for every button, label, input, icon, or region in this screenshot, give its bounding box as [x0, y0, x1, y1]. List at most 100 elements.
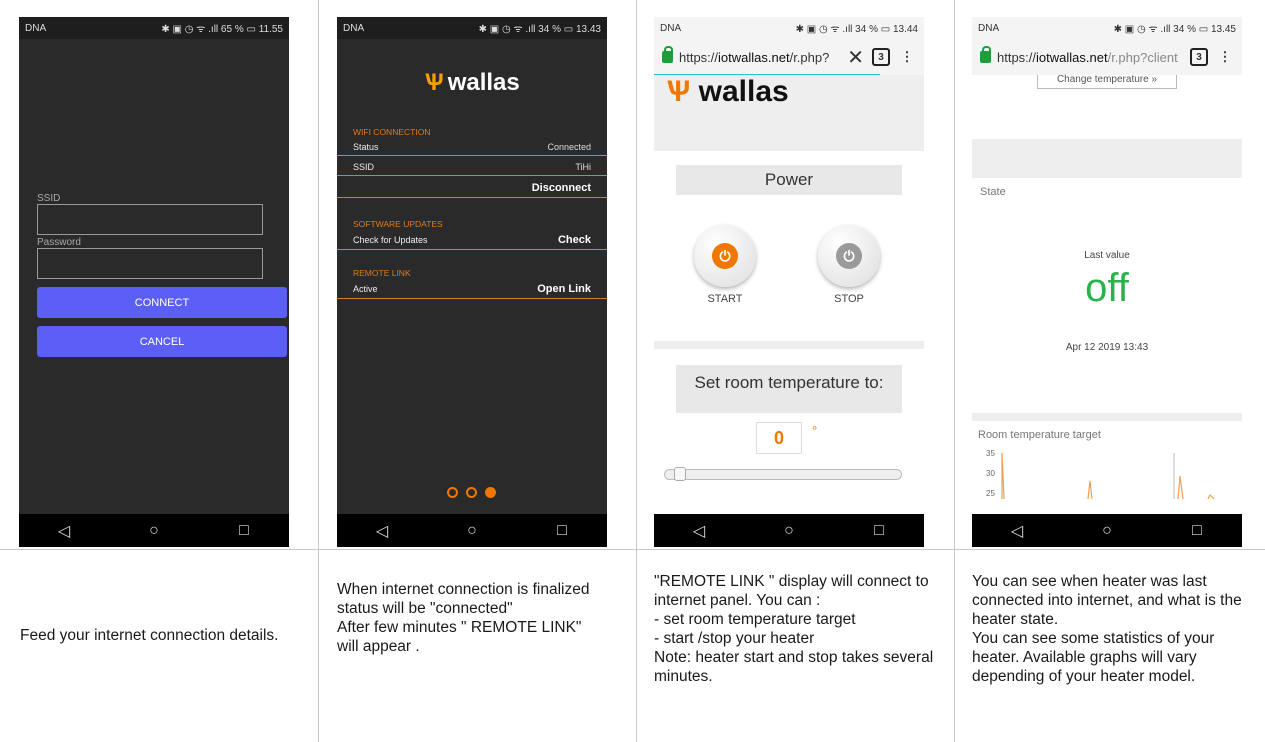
y-tick-label: 35	[986, 449, 995, 458]
set-temperature-title: Set room temperature to:	[676, 365, 902, 413]
status-row-value: Connected	[547, 141, 591, 152]
url-prefix: https://	[997, 49, 1037, 65]
status-left: DNA	[25, 22, 47, 34]
divider	[636, 0, 637, 742]
temperature-value[interactable]: 0	[756, 422, 802, 454]
page-dot[interactable]	[447, 487, 458, 498]
ssid-label: SSID	[37, 193, 61, 204]
home-icon[interactable]: ○	[452, 522, 492, 540]
slider-handle[interactable]	[674, 467, 686, 481]
recent-apps-icon[interactable]: □	[859, 522, 899, 540]
chart-series-line	[1087, 480, 1093, 500]
chart-series-line	[1001, 452, 1005, 500]
app-background: Ѱwallas WIFI CONNECTION Status Connected…	[337, 39, 607, 514]
open-link-button[interactable]: Open Link	[537, 283, 591, 295]
wallas-logo: Ѱwallas	[337, 69, 607, 97]
url-field[interactable]: https://iotwallas.net/r.php?client	[997, 50, 1182, 65]
password-input[interactable]	[37, 248, 263, 279]
status-left: DNA	[660, 22, 682, 34]
lock-icon	[662, 46, 673, 63]
url-prefix: https://	[679, 49, 719, 65]
start-button[interactable]: ⏻	[694, 225, 756, 287]
set-temperature-card: Set room temperature to: 0 °	[654, 349, 924, 519]
back-icon[interactable]: ◁	[362, 521, 402, 541]
wallas-logo-icon: Ѱ	[424, 69, 444, 96]
phone-screen-web-panel: DNA ✱ ▣ ◷ ᯤ .ıll 34 % ▭ 13.44 https://io…	[654, 17, 924, 547]
status-bar: DNA ✱ ▣ ◷ ᯤ .ıll 34 % ▭ 13.45	[972, 17, 1242, 39]
logo-text: wallas	[447, 69, 520, 96]
remote-link-heading: REMOTE LINK	[353, 268, 411, 278]
overflow-menu-icon[interactable]: ⋮	[898, 49, 916, 65]
temperature-slider[interactable]	[664, 469, 902, 480]
browser-url-bar: https://iotwallas.net/r.php? ✕ 3 ⋮	[654, 39, 924, 75]
check-updates-label: Check for Updates	[353, 234, 428, 245]
tutorial-table: DNA ✱ ▣ ◷ ᯤ .ıll 65 % ▭ 11.55 SSID Passw…	[0, 0, 1265, 742]
last-value-label: Last value	[1084, 250, 1130, 261]
caption-step-1: Feed your internet connection details.	[20, 627, 279, 644]
room-temperature-chart-card: Room temperature target 35 30 25	[972, 421, 1242, 521]
recent-apps-icon[interactable]: □	[224, 522, 264, 540]
lock-icon	[980, 46, 991, 63]
home-icon[interactable]: ○	[1087, 522, 1127, 540]
connect-button[interactable]: CONNECT	[37, 287, 287, 318]
ssid-row-value: TiHi	[575, 161, 591, 172]
degree-symbol: °	[812, 423, 818, 438]
back-icon[interactable]: ◁	[679, 521, 719, 541]
recent-apps-icon[interactable]: □	[542, 522, 582, 540]
browser-url-bar: https://iotwallas.net/r.php?client 3 ⋮	[972, 39, 1242, 75]
state-card: State Last value off Apr 12 2019 13:43	[972, 178, 1242, 413]
status-right: ✱ ▣ ◷ ᯤ .ıll 34 % ▭ 13.43	[478, 24, 601, 35]
start-label: START	[707, 293, 743, 305]
software-updates-heading: SOFTWARE UPDATES	[353, 219, 443, 229]
power-title: Power	[676, 165, 902, 195]
status-row-label: Status	[353, 141, 379, 152]
remote-active-label: Active	[353, 283, 378, 294]
ssid-row-label: SSID	[353, 161, 375, 172]
state-label: State	[980, 186, 1006, 198]
caption-step-4: You can see when heater was last connect…	[972, 573, 1242, 685]
divider	[954, 0, 955, 742]
back-icon[interactable]: ◁	[997, 521, 1037, 541]
android-nav-bar: ◁ ○ □	[654, 514, 924, 547]
cancel-button[interactable]: CANCEL	[37, 326, 287, 357]
close-icon[interactable]: ✕	[847, 45, 864, 70]
home-icon[interactable]: ○	[134, 522, 174, 540]
y-tick-label: 25	[986, 489, 995, 498]
tabs-count-button[interactable]: 3	[872, 48, 890, 66]
divider	[318, 0, 319, 742]
chart-title: Room temperature target	[978, 429, 1101, 441]
page-indicator	[447, 487, 496, 498]
page-dot[interactable]	[466, 487, 477, 498]
disconnect-row: Disconnect	[337, 178, 607, 198]
power-icon: ⏻	[836, 243, 862, 269]
chart-series-line	[1177, 475, 1184, 500]
change-temperature-button[interactable]: Change temperature »	[1037, 75, 1177, 89]
ssid-input[interactable]	[37, 204, 263, 235]
chart-series-line	[1207, 493, 1215, 500]
url-field[interactable]: https://iotwallas.net/r.php?	[679, 50, 841, 65]
home-icon[interactable]: ○	[769, 522, 809, 540]
status-right: ✱ ▣ ◷ ᯤ .ıll 34 % ▭ 13.44	[795, 24, 918, 35]
stop-label: STOP	[834, 293, 864, 305]
phone-screen-heater-state: DNA ✱ ▣ ◷ ᯤ .ıll 34 % ▭ 13.45 https://io…	[972, 17, 1242, 547]
url-host: iotwallas.net	[1036, 49, 1108, 65]
status-bar: DNA ✱ ▣ ◷ ᯤ .ıll 34 % ▭ 13.44	[654, 17, 924, 39]
url-path: /r.php?client	[1107, 49, 1178, 65]
caption-step-2: When internet connection is finalized st…	[337, 581, 590, 655]
wifi-section-heading: WIFI CONNECTION	[353, 127, 431, 137]
url-host: iotwallas.net	[718, 49, 790, 65]
overflow-menu-icon[interactable]: ⋮	[1216, 49, 1234, 65]
check-updates-row: Check for Updates Check	[337, 230, 607, 250]
disconnect-button[interactable]: Disconnect	[532, 182, 591, 194]
power-icon: ⏻	[712, 243, 738, 269]
power-card: Power ⏻ START ⏻ STOP	[654, 151, 924, 341]
back-icon[interactable]: ◁	[44, 521, 84, 541]
status-bar: DNA ✱ ▣ ◷ ᯤ .ıll 34 % ▭ 13.43	[337, 17, 607, 39]
logo-text: wallas	[698, 75, 789, 108]
check-button[interactable]: Check	[558, 234, 591, 246]
password-label: Password	[37, 237, 81, 248]
recent-apps-icon[interactable]: □	[1177, 522, 1217, 540]
tabs-count-button[interactable]: 3	[1190, 48, 1208, 66]
page-dot-active[interactable]	[485, 487, 496, 498]
stop-button[interactable]: ⏻	[818, 225, 880, 287]
